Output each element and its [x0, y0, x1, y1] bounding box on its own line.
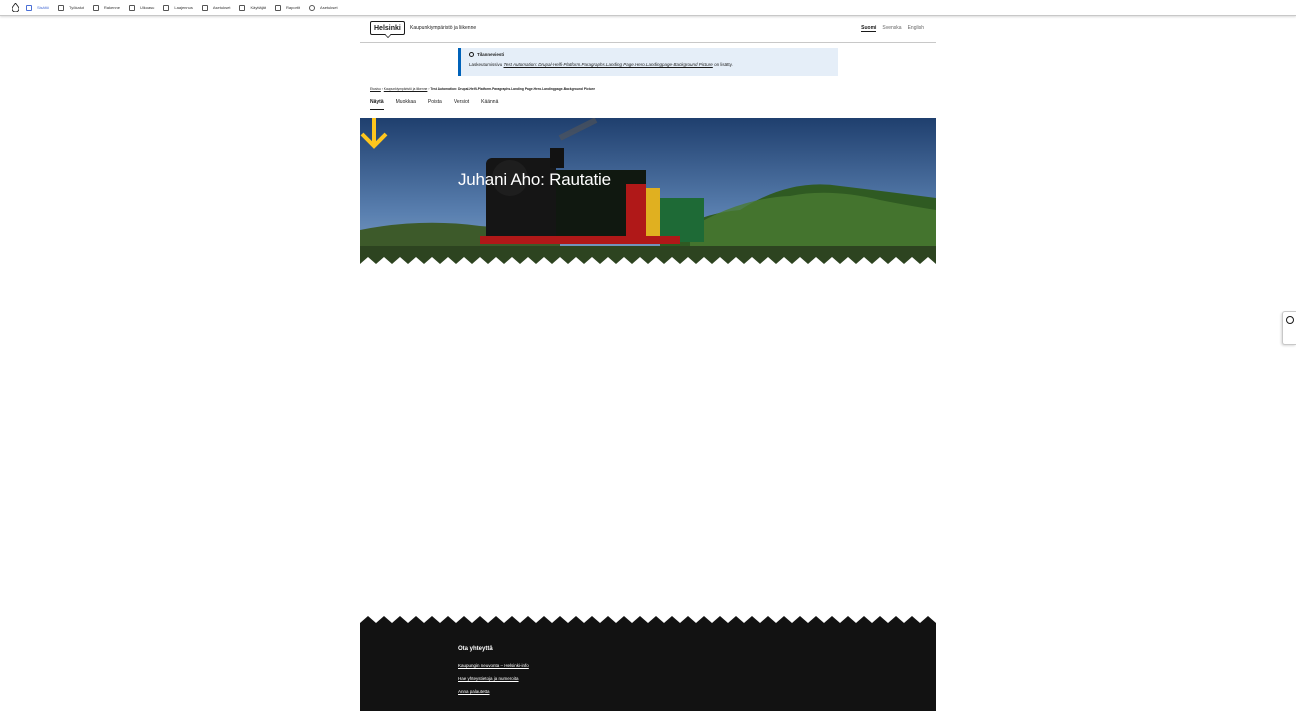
language-sv[interactable]: Svenska [882, 25, 901, 32]
status-message-link[interactable]: Test Automation: Drupal-Helfi-Platform.P… [504, 62, 713, 67]
config-icon [201, 4, 208, 11]
settings-icon [309, 4, 316, 11]
toolbar-item-settings[interactable]: Asetukset [309, 4, 338, 11]
extend-icon [163, 4, 170, 11]
tools-icon [58, 4, 65, 11]
toolbar-item-people[interactable]: Käyttäjät [239, 4, 266, 11]
info-icon [469, 52, 474, 57]
footer-background [360, 616, 936, 711]
breadcrumb-section[interactable]: Kaupunkiympäristö ja liikenne [384, 87, 428, 91]
drupal-logo-icon[interactable] [12, 3, 20, 13]
toolbar-item-appearance[interactable]: Ulkoasu [128, 4, 154, 11]
language-switcher: Suomi Svenska English [861, 25, 924, 32]
status-message: Tilanneviesti Laskeutumissivu Test Autom… [458, 48, 838, 76]
feedback-widget[interactable] [1282, 311, 1296, 345]
hero: Juhani Aho: Rautatie [360, 118, 936, 278]
status-message-text: Laskeutumissivu Test Automation: Drupal-… [469, 62, 733, 67]
arrow-down-icon[interactable] [360, 118, 388, 150]
tab-edit[interactable]: Muokkaa [396, 99, 416, 110]
tab-translate[interactable]: Käännä [481, 99, 498, 110]
admin-toolbar: Sisältö Työkalut Rakenne Ulkoasu Laajenn… [0, 0, 1296, 16]
toolbar-item-tools[interactable]: Työkalut [58, 4, 84, 11]
toolbar-item-config[interactable]: Asetukset [201, 4, 230, 11]
breadcrumb: Etusivu › Kaupunkiympäristö ja liikenne … [370, 87, 596, 91]
feedback-icon [1286, 316, 1294, 324]
site-name[interactable]: Kaupunkiympäristö ja liikenne [410, 25, 476, 31]
hero-background-image [360, 118, 936, 278]
tab-view[interactable]: Näytä [370, 99, 384, 110]
structure-icon [92, 4, 99, 11]
tab-delete[interactable]: Poista [428, 99, 442, 110]
site-footer: Ota yhteyttä Kaupungin neuvonta – Helsin… [360, 615, 936, 711]
content-icon [26, 4, 32, 11]
breadcrumb-current: Test Automation: Drupal-Helfi-Platform.P… [430, 87, 596, 91]
breadcrumb-home[interactable]: Etusivu [370, 87, 381, 91]
language-en[interactable]: English [908, 25, 924, 32]
page-content: Helsinki Kaupunkiympäristö ja liikenne S… [360, 15, 936, 711]
appearance-icon [128, 4, 135, 11]
hero-title: Juhani Aho: Rautatie [458, 170, 611, 189]
reports-icon [275, 4, 282, 11]
toolbar-item-structure[interactable]: Rakenne [92, 4, 120, 11]
toolbar-item-content[interactable]: Sisältö [26, 4, 49, 11]
site-header: Helsinki Kaupunkiympäristö ja liikenne S… [360, 15, 936, 43]
tab-revisions[interactable]: Versiot [454, 99, 469, 110]
footer-link-helsinki-info[interactable]: Kaupungin neuvonta – Helsinki-info [458, 663, 529, 668]
status-message-title: Tilanneviesti [469, 52, 830, 57]
people-icon [239, 4, 246, 11]
language-fi[interactable]: Suomi [861, 25, 877, 32]
toolbar-item-reports[interactable]: Raportit [275, 4, 300, 11]
local-tasks: Näytä Muokkaa Poista Versiot Käännä [370, 99, 498, 110]
footer-link-feedback[interactable]: Anna palautetta [458, 689, 490, 694]
toolbar-item-extend[interactable]: Laajennus [163, 4, 193, 11]
footer-link-contacts[interactable]: Hae yhteystietoja ja numeroita [458, 676, 519, 681]
helsinki-logo[interactable]: Helsinki [370, 21, 405, 35]
footer-title: Ota yhteyttä [458, 646, 493, 652]
